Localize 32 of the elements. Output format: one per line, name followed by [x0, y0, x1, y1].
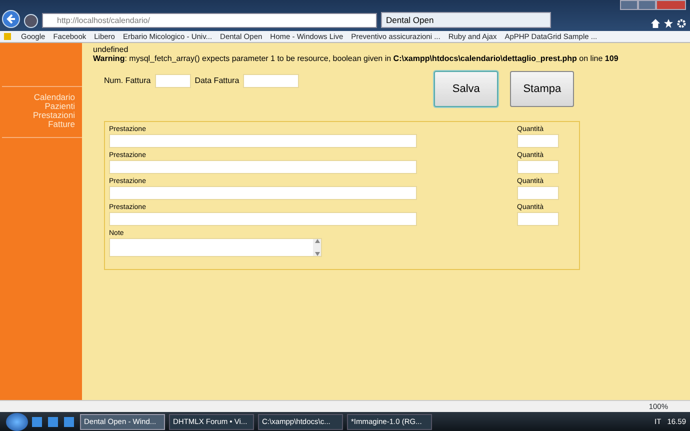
message-text: undefined	[93, 45, 130, 54]
input-field[interactable]	[109, 134, 417, 148]
address-field[interactable]: http://localhost/calendario/	[42, 13, 377, 28]
input-field[interactable]	[517, 212, 559, 226]
input-field[interactable]	[517, 186, 559, 200]
input-field[interactable]	[154, 74, 191, 88]
maximize-button[interactable]	[638, 0, 656, 10]
action-button[interactable]: Stampa	[510, 71, 574, 107]
scrollbar[interactable]	[313, 239, 321, 256]
settings-icon[interactable]	[677, 19, 686, 28]
forward-button[interactable]	[24, 14, 38, 28]
notes-field[interactable]	[109, 238, 322, 257]
scroll-up-icon[interactable]	[314, 239, 320, 243]
input-field[interactable]	[517, 134, 559, 148]
action-button[interactable]: Salva	[434, 71, 498, 107]
scroll-down-icon[interactable]	[314, 252, 320, 256]
back-button[interactable]	[2, 10, 20, 28]
field-label: Data Fattura	[194, 75, 240, 87]
home-icon[interactable]	[651, 19, 660, 28]
input-field[interactable]	[517, 160, 559, 174]
message-text: Warning: mysql_fetch_array() expects parameter 1 to be resource, boolean given in C:\xampp\htdocs\calendario\dettaglio_prest.php on line 109	[93, 54, 620, 63]
star-icon[interactable]	[664, 19, 673, 28]
input-field[interactable]	[243, 74, 300, 88]
field-label: Num. Fattura	[104, 75, 151, 87]
start-button[interactable]	[6, 412, 28, 430]
input-field[interactable]	[109, 212, 417, 226]
browser-tab[interactable]: Dental Open	[381, 12, 551, 28]
input-field[interactable]	[109, 160, 417, 174]
input-field[interactable]	[109, 186, 417, 200]
close-button[interactable]	[656, 0, 686, 10]
back-arrow-icon[interactable]	[6, 14, 16, 24]
minimize-button[interactable]	[620, 0, 638, 10]
